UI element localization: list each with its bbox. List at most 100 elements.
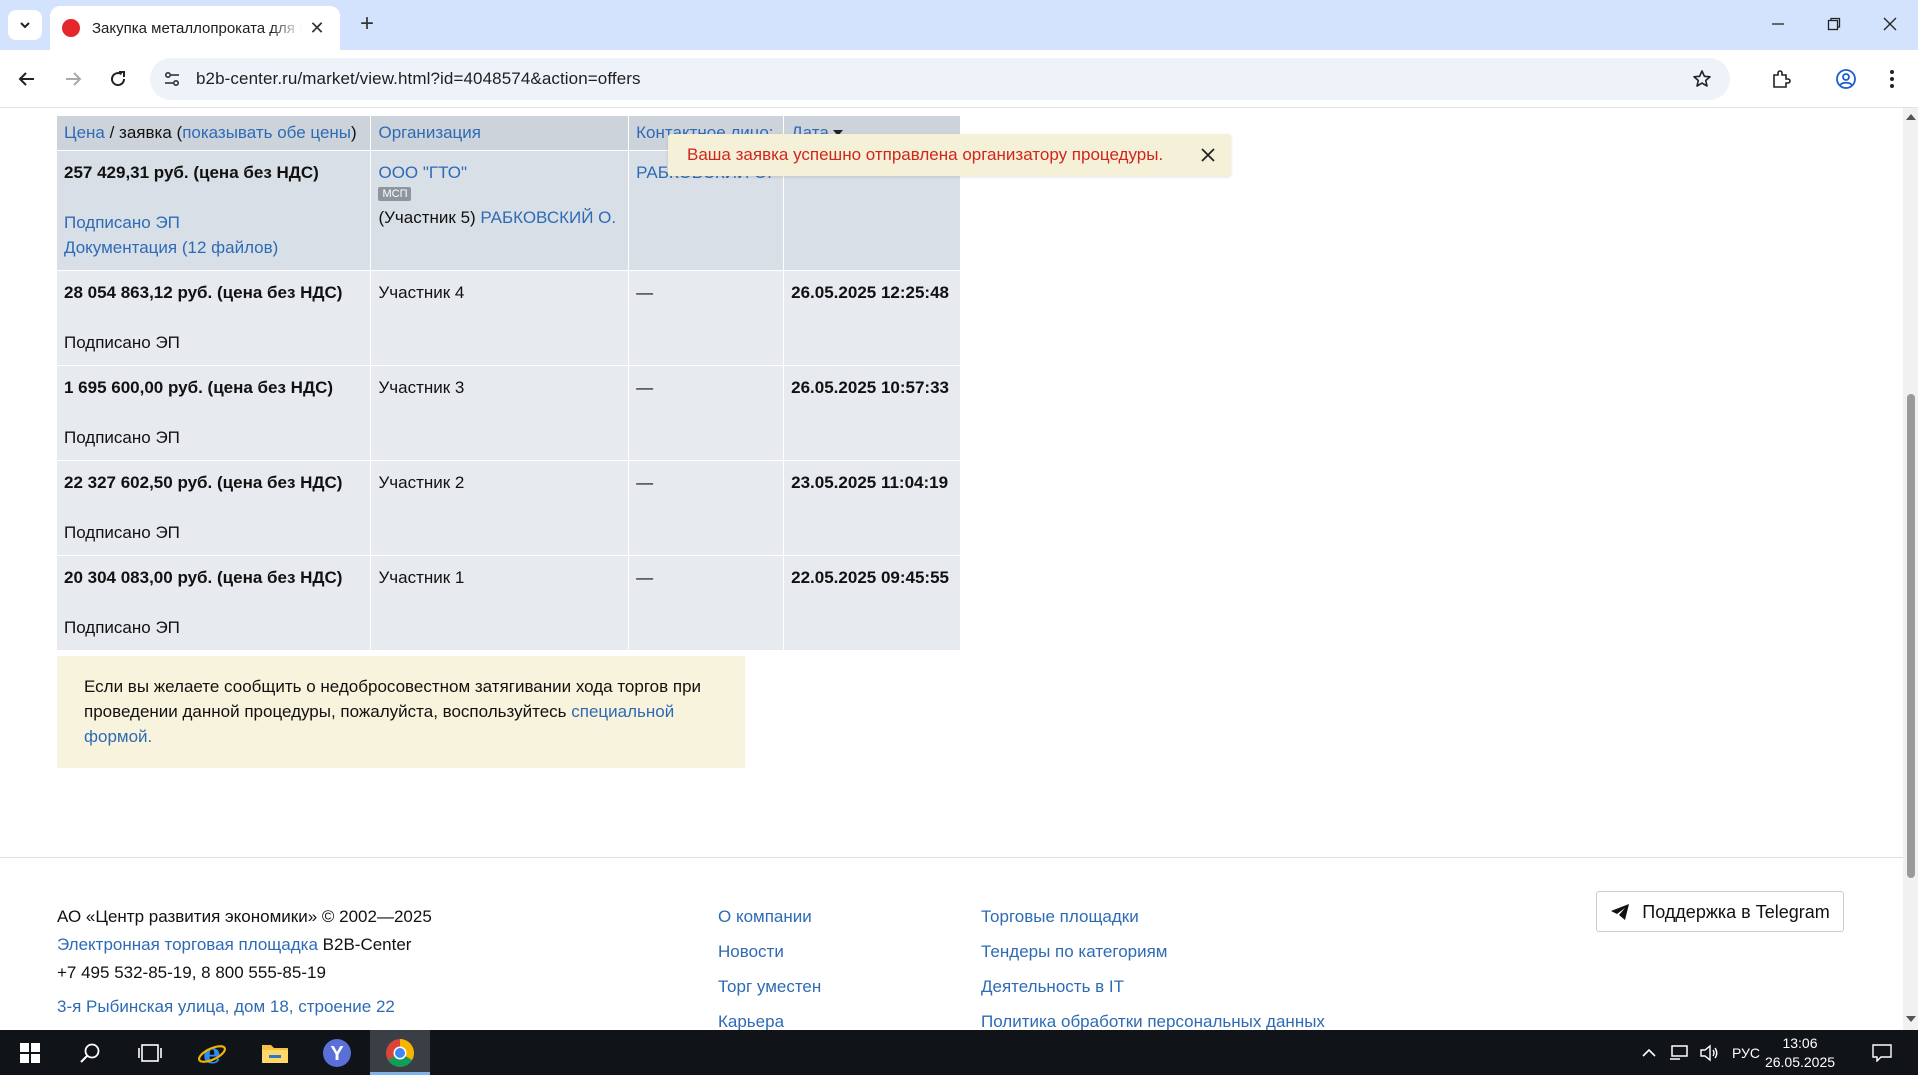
telegram-support-button[interactable]: Поддержка в Telegram [1596, 891, 1844, 932]
date-cell: 22.05.2025 09:45:55 [783, 554, 961, 650]
signature-status: Подписано ЭП [64, 332, 180, 352]
contact-cell: — [628, 269, 785, 365]
footer-address-link[interactable]: 3-я Рыбинская улица, дом 18, строение 22 [57, 997, 395, 1016]
show-hidden-icons-button[interactable] [1634, 1030, 1664, 1075]
bookmark-star-icon[interactable] [1690, 67, 1714, 91]
col-header-price: Цена / заявка (показывать обе цены) [57, 116, 372, 150]
telegram-icon [1610, 903, 1630, 921]
footer-link-privacy[interactable]: Политика обработки персональных данных [981, 1012, 1325, 1030]
footer-link-tenders[interactable]: Тендеры по категориям [981, 942, 1168, 961]
table-row: 1 695 600,00 руб. (цена без НДС) Подписа… [57, 364, 961, 460]
contact-cell: — [628, 364, 785, 460]
tab-close-icon[interactable]: ✕ [306, 18, 328, 39]
restore-button[interactable] [1814, 8, 1854, 40]
site-favicon-icon [62, 19, 80, 37]
footer-copyright: АО «Центр развития экономики» © 2002—202… [57, 907, 432, 926]
folder-icon [262, 1044, 288, 1063]
task-view-button[interactable] [120, 1030, 180, 1075]
back-button[interactable] [9, 61, 45, 97]
address-bar[interactable]: b2b-center.ru/market/view.html?id=404857… [150, 58, 1730, 100]
footer-divider [0, 857, 1903, 858]
footer-links-column-2: Торговые площадки Тендеры по категориям … [981, 899, 1325, 1030]
footer-platform-link[interactable]: Электронная торговая площадка [57, 935, 318, 954]
documentation-link[interactable]: Документация (12 файлов) [64, 238, 278, 257]
tab-title: Закупка металлопроката для нужд [92, 19, 302, 37]
organization-link[interactable]: ООО "ГТО" [378, 163, 467, 182]
offer-price: 1 695 600,00 руб. (цена без НДС) [64, 377, 334, 397]
notifications-button[interactable] [1862, 1030, 1902, 1075]
minimize-icon [1772, 23, 1784, 25]
page-scrollbar[interactable] [1903, 108, 1918, 1030]
price-cell: 1 695 600,00 руб. (цена без НДС) Подписа… [57, 364, 372, 460]
signature-status: Подписано ЭП [64, 617, 180, 637]
taskbar-yandex-button[interactable]: Y [307, 1030, 367, 1075]
date-cell: 23.05.2025 11:04:19 [783, 459, 961, 555]
taskbar-explorer-button[interactable] [245, 1030, 305, 1075]
scrollbar-thumb[interactable] [1907, 394, 1915, 878]
footer-platform-name: B2B-Center [317, 935, 412, 954]
tab-search-button[interactable] [8, 10, 42, 40]
footer-link-about[interactable]: О компании [718, 907, 812, 926]
browser-tab-active[interactable]: Закупка металлопроката для нужд ✕ [50, 6, 340, 50]
clock-time: 13:06 [1782, 1035, 1818, 1051]
browser-toolbar: b2b-center.ru/market/view.html?id=404857… [0, 50, 1918, 108]
signature-link[interactable]: Подписано ЭП [64, 213, 180, 232]
restore-icon [1827, 17, 1841, 31]
minimize-button[interactable] [1758, 8, 1798, 40]
footer-link-career[interactable]: Карьера [718, 1012, 784, 1030]
footer-link-platforms[interactable]: Торговые площадки [981, 907, 1139, 926]
site-info-icon[interactable] [160, 67, 184, 91]
table-row: 20 304 083,00 руб. (цена без НДС) Подпис… [57, 554, 961, 650]
forward-button[interactable] [55, 61, 91, 97]
participant-contact-link[interactable]: РАБКОВСКИЙ О. [480, 208, 616, 227]
page-viewport: Цена / заявка (показывать обе цены) Орга… [0, 108, 1903, 1030]
volume-button[interactable] [1694, 1030, 1724, 1075]
taskbar-ie-button[interactable]: e [182, 1030, 242, 1075]
contact-cell: — [628, 459, 785, 555]
price-header-separator: / заявка ( [104, 122, 183, 142]
footer-company-info: АО «Центр развития экономики» © 2002—202… [57, 903, 432, 1021]
start-button[interactable] [0, 1030, 60, 1075]
profile-button[interactable] [1828, 61, 1864, 97]
participant-cell: Участник 3 [370, 364, 630, 460]
date-cell: 26.05.2025 10:57:33 [783, 364, 961, 460]
sort-by-organization-link[interactable]: Организация [378, 123, 481, 142]
complaint-notice: Если вы желаете сообщить о недобросовест… [57, 656, 745, 768]
offer-price: 257 429,31 руб. (цена без НДС) [64, 162, 319, 182]
new-tab-button[interactable]: + [352, 10, 382, 40]
menu-button[interactable] [1874, 61, 1910, 97]
reload-button[interactable] [100, 61, 136, 97]
extensions-button[interactable] [1763, 61, 1799, 97]
scroll-down-icon[interactable] [1906, 1016, 1916, 1022]
svg-text:Y: Y [330, 1043, 344, 1065]
chevron-up-icon [1642, 1048, 1656, 1057]
signature-status: Подписано ЭП [64, 427, 180, 447]
sort-by-price-link[interactable]: Цена [64, 123, 105, 142]
telegram-support-label: Поддержка в Telegram [1642, 901, 1830, 922]
windows-taskbar: e Y РУС 13:06 26.05.2025 [0, 1030, 1918, 1075]
taskbar-clock[interactable]: 13:06 26.05.2025 [1750, 1034, 1850, 1072]
toast-message: Ваша заявка успешно отправлена организат… [687, 145, 1164, 164]
price-cell: 28 054 863,12 руб. (цена без НДС) Подпис… [57, 269, 372, 365]
chevron-down-icon [20, 22, 30, 29]
footer-link-it[interactable]: Деятельность в IT [981, 977, 1124, 996]
footer-link-torg[interactable]: Торг уместен [718, 977, 821, 996]
toast-close-icon[interactable] [1197, 144, 1219, 166]
contact-cell: — [628, 554, 785, 650]
notification-icon [1872, 1043, 1892, 1062]
table-row: 28 054 863,12 руб. (цена без НДС) Подпис… [57, 269, 961, 365]
kebab-menu-icon [1890, 70, 1894, 88]
network-button[interactable] [1664, 1030, 1694, 1075]
show-both-prices-link[interactable]: показывать обе цены [182, 123, 351, 142]
participant-cell: Участник 1 [370, 554, 630, 650]
footer-link-news[interactable]: Новости [718, 942, 784, 961]
arrow-right-icon [66, 72, 82, 86]
msp-badge: МСП [378, 186, 412, 201]
participant-cell: Участник 2 [370, 459, 630, 555]
table-row: 22 327 602,50 руб. (цена без НДС) Подпис… [57, 459, 961, 555]
taskbar-search-button[interactable] [60, 1030, 120, 1075]
taskbar-chrome-button[interactable] [370, 1030, 430, 1075]
scroll-up-icon[interactable] [1906, 114, 1916, 120]
offer-price: 22 327 602,50 руб. (цена без НДС) [64, 472, 343, 492]
close-window-button[interactable] [1870, 8, 1910, 40]
